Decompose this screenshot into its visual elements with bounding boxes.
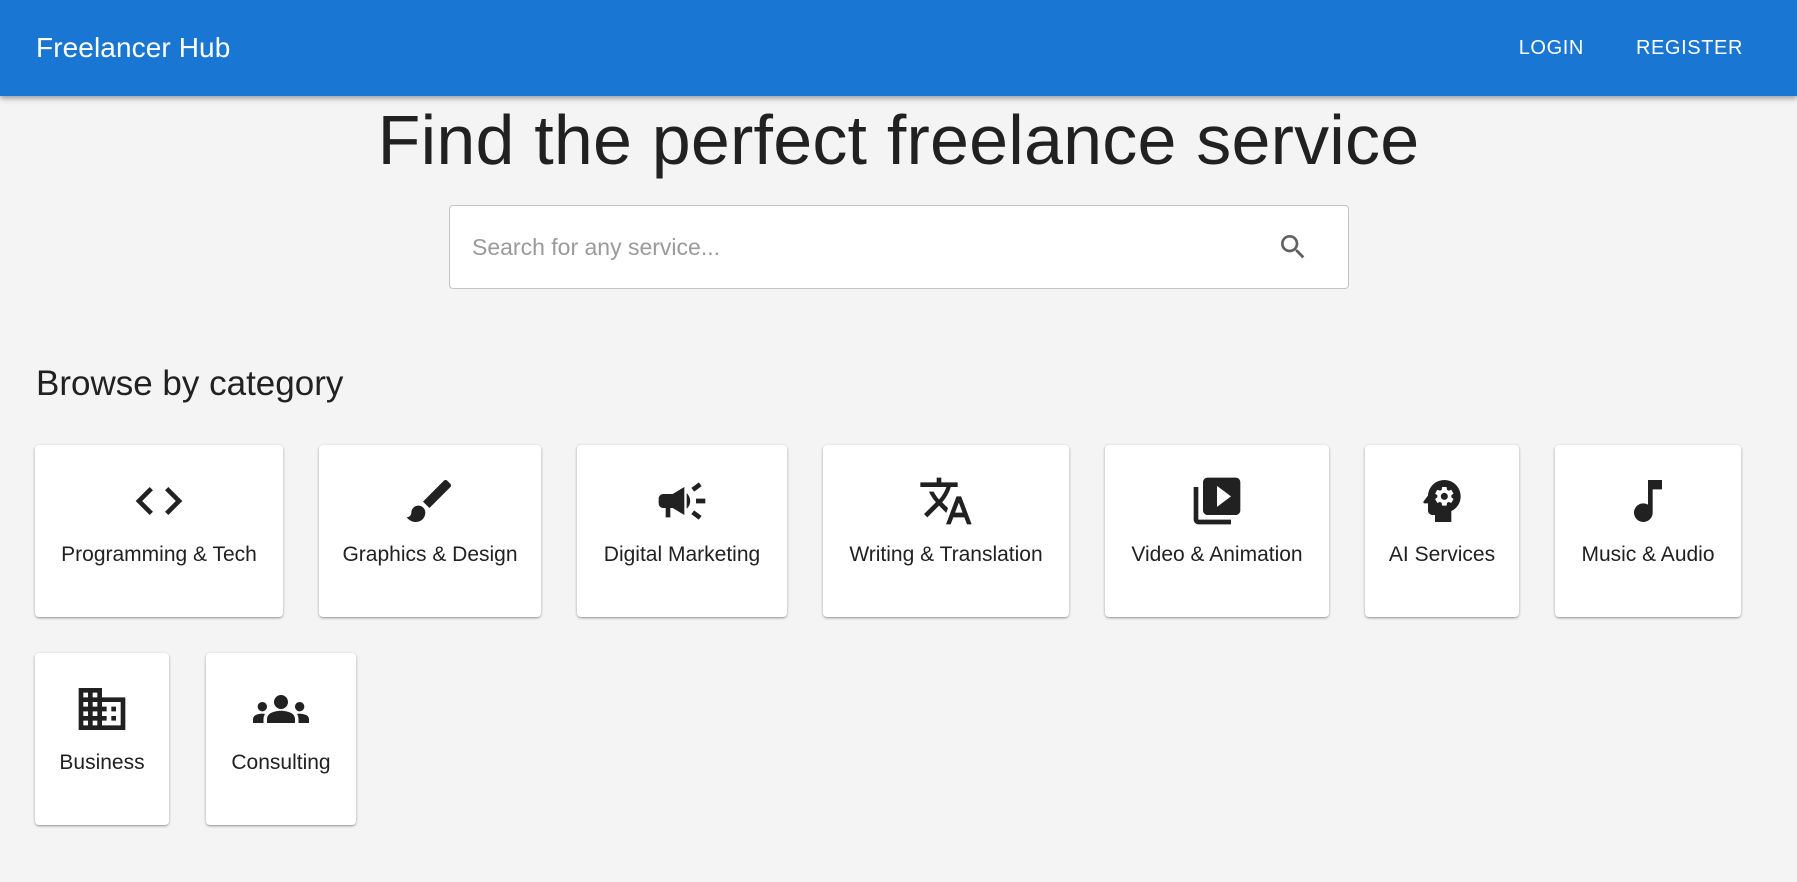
category-label: Graphics & Design: [342, 543, 518, 566]
category-card-consulting[interactable]: Consulting: [206, 653, 356, 825]
category-label: Music & Audio: [1581, 543, 1715, 566]
category-card-video[interactable]: Video & Animation: [1105, 445, 1329, 617]
category-label: Video & Animation: [1131, 543, 1303, 566]
login-button[interactable]: LOGIN: [1501, 27, 1602, 70]
category-label: AI Services: [1388, 543, 1496, 566]
category-card-writing[interactable]: Writing & Translation: [823, 445, 1069, 617]
section-title-categories: Browse by category: [36, 364, 344, 403]
groups-icon: [253, 681, 309, 737]
brand-title[interactable]: Freelancer Hub: [36, 32, 230, 64]
category-card-ai[interactable]: AI Services: [1365, 445, 1519, 617]
app-bar: Freelancer Hub LOGIN REGISTER: [0, 0, 1797, 96]
music-note-icon: [1620, 473, 1676, 529]
register-button[interactable]: REGISTER: [1618, 27, 1761, 70]
search-icon[interactable]: [1276, 230, 1310, 264]
category-card-music[interactable]: Music & Audio: [1555, 445, 1741, 617]
category-label: Writing & Translation: [849, 543, 1043, 566]
business-icon: [74, 681, 130, 737]
top-nav: LOGIN REGISTER: [1485, 27, 1761, 70]
code-icon: [131, 473, 187, 529]
category-label: Programming & Tech: [61, 543, 257, 566]
category-label: Digital Marketing: [603, 543, 761, 566]
translate-icon: [918, 473, 974, 529]
search-box: [449, 205, 1349, 289]
category-card-graphics[interactable]: Graphics & Design: [319, 445, 541, 617]
campaign-icon: [654, 473, 710, 529]
category-label: Consulting: [231, 751, 331, 774]
hero-title: Find the perfect freelance service: [377, 101, 1420, 179]
category-card-marketing[interactable]: Digital Marketing: [577, 445, 787, 617]
video-library-icon: [1189, 473, 1245, 529]
psychology-icon: [1414, 473, 1470, 529]
brush-icon: [402, 473, 458, 529]
search-input[interactable]: [470, 206, 1276, 288]
category-card-business[interactable]: Business: [35, 653, 169, 825]
category-label: Business: [59, 751, 145, 774]
category-card-programming[interactable]: Programming & Tech: [35, 445, 283, 617]
